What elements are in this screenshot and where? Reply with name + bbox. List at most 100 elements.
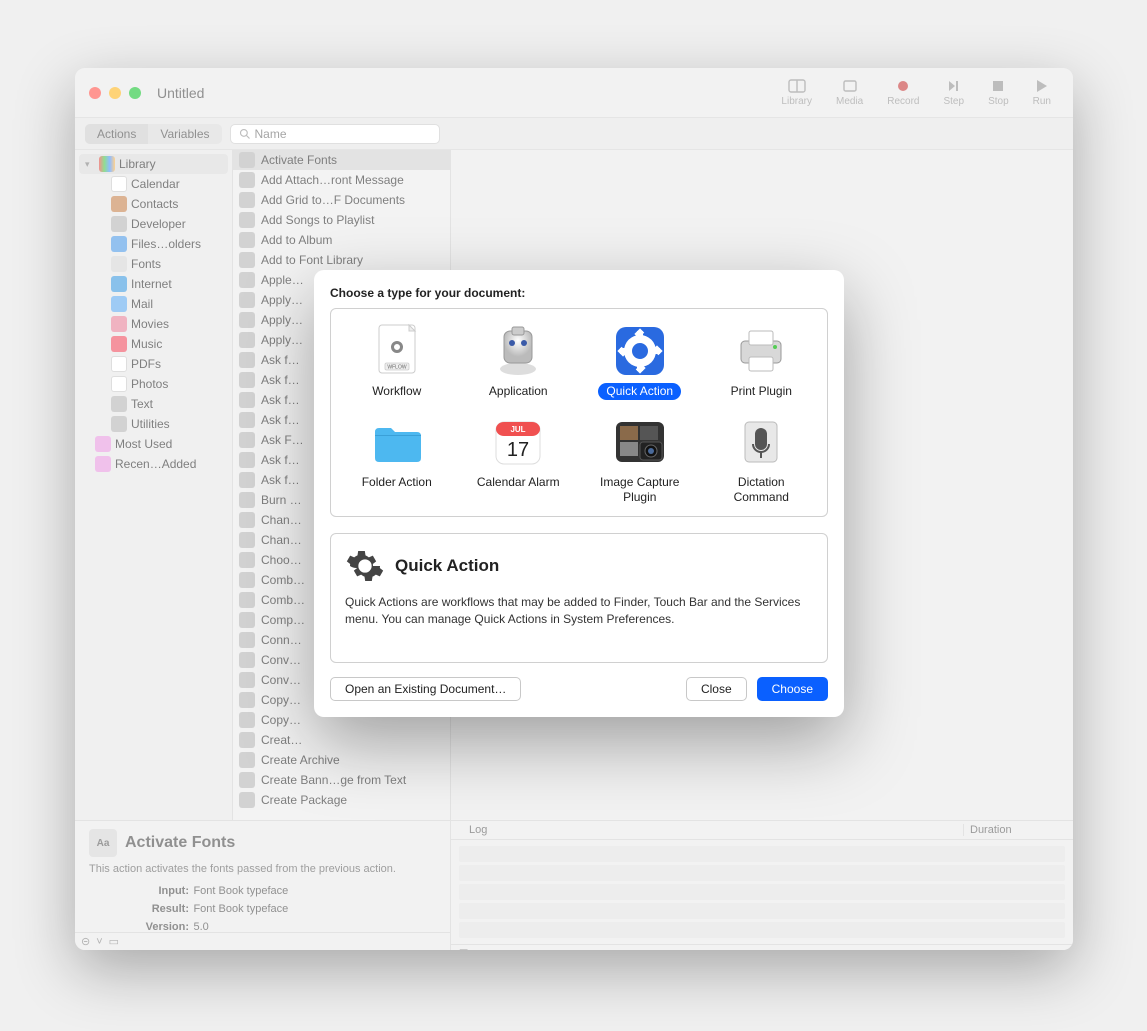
open-existing-button[interactable]: Open an Existing Document… <box>330 677 521 701</box>
action-item[interactable]: Add to Font Library <box>233 250 450 270</box>
library-category[interactable]: Files…olders <box>75 234 232 254</box>
info-key: Result: <box>89 903 189 915</box>
options-icon[interactable]: ⊝ <box>81 935 90 948</box>
library-category[interactable]: Internet <box>75 274 232 294</box>
svg-text:WFLOW: WFLOW <box>387 365 406 371</box>
library-category[interactable]: Calendar <box>75 174 232 194</box>
log-col-duration[interactable]: Duration <box>963 824 1073 836</box>
list-view-icon[interactable]: ≡ <box>459 945 468 951</box>
new-document-modal: Choose a type for your document: WFLOWWo… <box>314 270 844 717</box>
log-col-log[interactable]: Log <box>451 824 963 836</box>
action-label: Add to Font Library <box>261 253 363 267</box>
doc-type-workflow[interactable]: WFLOWWorkflow <box>339 319 455 404</box>
toolbar-record[interactable]: Record <box>887 79 919 107</box>
action-label: Ask f… <box>261 473 300 487</box>
tab-actions[interactable]: Actions <box>85 124 148 144</box>
doc-type-folder-action[interactable]: Folder Action <box>339 410 455 510</box>
action-item[interactable]: Create Package <box>233 790 450 810</box>
toolbar-library[interactable]: Library <box>781 79 812 107</box>
action-label: Create Package <box>261 793 347 807</box>
action-item[interactable]: Activate Fonts <box>233 150 450 170</box>
action-icon <box>239 612 255 628</box>
chevron-down-icon[interactable]: ˅ <box>96 936 102 948</box>
action-icon <box>239 252 255 268</box>
library-root[interactable]: ▾ Library <box>79 154 228 174</box>
gear-icon <box>345 546 385 586</box>
action-icon <box>239 332 255 348</box>
tab-variables[interactable]: Variables <box>148 124 221 144</box>
results-icon[interactable]: ▭ <box>109 935 119 948</box>
action-label: Choo… <box>261 553 302 567</box>
action-icon <box>239 472 255 488</box>
action-item[interactable]: Creat… <box>233 730 450 750</box>
action-icon <box>239 572 255 588</box>
action-icon <box>239 492 255 508</box>
toolbar-stop[interactable]: Stop <box>988 79 1009 107</box>
library-category[interactable]: Contacts <box>75 194 232 214</box>
doc-type-print-plugin[interactable]: Print Plugin <box>704 319 820 404</box>
zoom-window-icon[interactable] <box>129 87 141 99</box>
category-label: Movies <box>131 317 169 331</box>
minimize-window-icon[interactable] <box>109 87 121 99</box>
smart-folder-icon <box>95 436 111 452</box>
category-icon <box>111 216 127 232</box>
library-category[interactable]: PDFs <box>75 354 232 374</box>
application-icon <box>490 323 546 379</box>
log-row <box>459 865 1065 881</box>
doc-type-label: Dictation Command <box>706 474 818 506</box>
folder-action-icon <box>369 414 425 470</box>
action-label: Add to Album <box>261 233 332 247</box>
doc-type-dictation-command[interactable]: Dictation Command <box>704 410 820 510</box>
library-category[interactable]: Movies <box>75 314 232 334</box>
library-sidebar[interactable]: ▾ Library CalendarContactsDeveloperFiles… <box>75 150 233 820</box>
action-item[interactable]: Create Bann…ge from Text <box>233 770 450 790</box>
action-label: Add Attach…ront Message <box>261 173 404 187</box>
grid-view-icon[interactable]: ▭ <box>478 944 493 951</box>
close-button[interactable]: Close <box>686 677 747 701</box>
category-label: Fonts <box>131 257 161 271</box>
doc-type-application[interactable]: Application <box>461 319 577 404</box>
library-category[interactable]: Photos <box>75 374 232 394</box>
action-icon <box>239 212 255 228</box>
action-icon <box>239 732 255 748</box>
close-window-icon[interactable] <box>89 87 101 99</box>
choose-button[interactable]: Choose <box>757 677 828 701</box>
type-description: Quick Action Quick Actions are workflows… <box>330 533 828 663</box>
library-category[interactable]: Developer <box>75 214 232 234</box>
library-category[interactable]: Music <box>75 334 232 354</box>
doc-type-calendar-alarm[interactable]: JUL17Calendar Alarm <box>461 410 577 510</box>
toolbar-step[interactable]: Step <box>943 79 964 107</box>
svg-text:JUL: JUL <box>511 425 526 434</box>
library-category[interactable]: Fonts <box>75 254 232 274</box>
toolbar-media[interactable]: Media <box>836 79 863 107</box>
fonts-icon: Aa <box>89 829 117 857</box>
library-smart-folder[interactable]: Recen…Added <box>75 454 232 474</box>
category-label: Internet <box>131 277 172 291</box>
search-input[interactable] <box>255 127 431 141</box>
modal-buttons: Open an Existing Document… Close Choose <box>330 677 828 701</box>
action-item[interactable]: Add to Album <box>233 230 450 250</box>
chevron-down-icon[interactable]: ▾ <box>85 159 95 170</box>
library-category[interactable]: Mail <box>75 294 232 314</box>
category-icon <box>111 196 127 212</box>
search-field[interactable] <box>230 124 440 144</box>
svg-text:17: 17 <box>507 439 529 461</box>
action-label: Apply… <box>261 333 303 347</box>
document-type-grid: WFLOWWorkflowApplicationQuick ActionPrin… <box>330 308 828 517</box>
log-panel: Log Duration ≡ ▭ <box>451 821 1073 950</box>
action-item[interactable]: Add Songs to Playlist <box>233 210 450 230</box>
info-value: Font Book typeface <box>193 903 288 915</box>
action-item[interactable]: Add Attach…ront Message <box>233 170 450 190</box>
toolbar-run[interactable]: Run <box>1033 79 1051 107</box>
category-icon <box>111 416 127 432</box>
library-smart-folder[interactable]: Most Used <box>75 434 232 454</box>
library-category[interactable]: Utilities <box>75 414 232 434</box>
library-category[interactable]: Text <box>75 394 232 414</box>
action-item[interactable]: Create Archive <box>233 750 450 770</box>
action-icon <box>239 532 255 548</box>
doc-type-quick-action[interactable]: Quick Action <box>582 319 698 404</box>
doc-type-image-capture-plugin[interactable]: Image Capture Plugin <box>582 410 698 510</box>
library-tab-toggle[interactable]: Actions Variables <box>85 124 222 144</box>
action-item[interactable]: Add Grid to…F Documents <box>233 190 450 210</box>
action-label: Apply… <box>261 293 303 307</box>
